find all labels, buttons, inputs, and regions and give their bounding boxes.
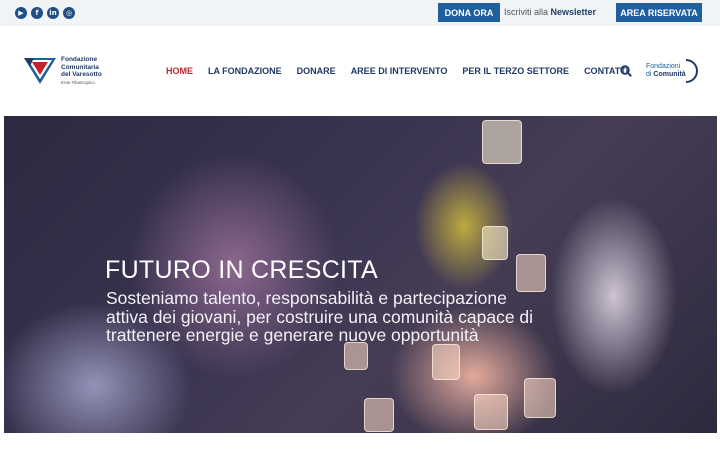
donate-now-button[interactable]: DONA ORA (438, 3, 500, 22)
nav-item-terzo-settore[interactable]: PER IL TERZO SETTORE (462, 66, 569, 76)
partner-line-1: Fondazioni (646, 63, 681, 70)
hero-photo-lantern (432, 344, 460, 380)
hero-photo-lantern (482, 226, 508, 260)
logo-line-2: Comunitaria (61, 63, 99, 71)
logo-line-3: del Varesotto (61, 71, 102, 78)
reserved-area-button[interactable]: AREA RISERVATA (616, 3, 702, 22)
nav-item-la-fondazione[interactable]: LA FONDAZIONE (208, 66, 282, 76)
hero-photo-lantern (344, 342, 368, 370)
site-logo[interactable]: Fondazione Comunitaria del Varesotto Ent… (24, 56, 102, 86)
hero-title: FUTURO IN CRESCITA (105, 256, 378, 284)
partner-logo-fondazioni-comunita[interactable]: Fondazioni di Comunità (646, 63, 686, 79)
logo-mark-icon (24, 57, 56, 84)
main-nav: HOME LA FONDAZIONE DONARE AREE DI INTERV… (166, 66, 628, 76)
partner-mark-icon (686, 59, 698, 83)
site-header: Fondazione Comunitaria del Varesotto Ent… (0, 26, 720, 116)
nav-item-donare[interactable]: DONARE (297, 66, 336, 76)
newsletter-link[interactable]: Iscriviti alla Newsletter (504, 7, 596, 17)
partner-line-2: di Comunità (646, 71, 686, 79)
hero-photo-lantern (474, 394, 508, 430)
social-links: ▶ f in ◎ (15, 7, 75, 19)
linkedin-icon[interactable]: in (47, 7, 59, 19)
logo-line-1: Fondazione (61, 56, 98, 63)
instagram-icon[interactable]: ◎ (63, 7, 75, 19)
logo-text: Fondazione Comunitaria del Varesotto Ent… (61, 56, 102, 86)
hero-photo-lantern (516, 254, 546, 292)
hero-photo-lantern (482, 120, 522, 164)
partner-line-2-strong: Comunità (653, 71, 686, 78)
facebook-icon[interactable]: f (31, 7, 43, 19)
top-bar: ▶ f in ◎ DONA ORA Iscriviti alla Newslet… (0, 0, 720, 26)
hero-photo-lantern (364, 398, 394, 432)
hero-photo-lantern (524, 378, 556, 418)
logo-line-4: Ente Filantropico (61, 79, 95, 85)
nav-item-aree-di-intervento[interactable]: AREE DI INTERVENTO (351, 66, 448, 76)
youtube-icon[interactable]: ▶ (15, 7, 27, 19)
newsletter-prefix: Iscriviti alla (504, 7, 551, 17)
search-icon[interactable] (620, 65, 632, 77)
hero-banner: FUTURO IN CRESCITA Sosteniamo talento, r… (4, 116, 717, 433)
nav-item-home[interactable]: HOME (166, 66, 193, 76)
newsletter-label: Newsletter (550, 7, 597, 17)
hero-subtitle: Sosteniamo talento, responsabilità e par… (106, 288, 534, 345)
